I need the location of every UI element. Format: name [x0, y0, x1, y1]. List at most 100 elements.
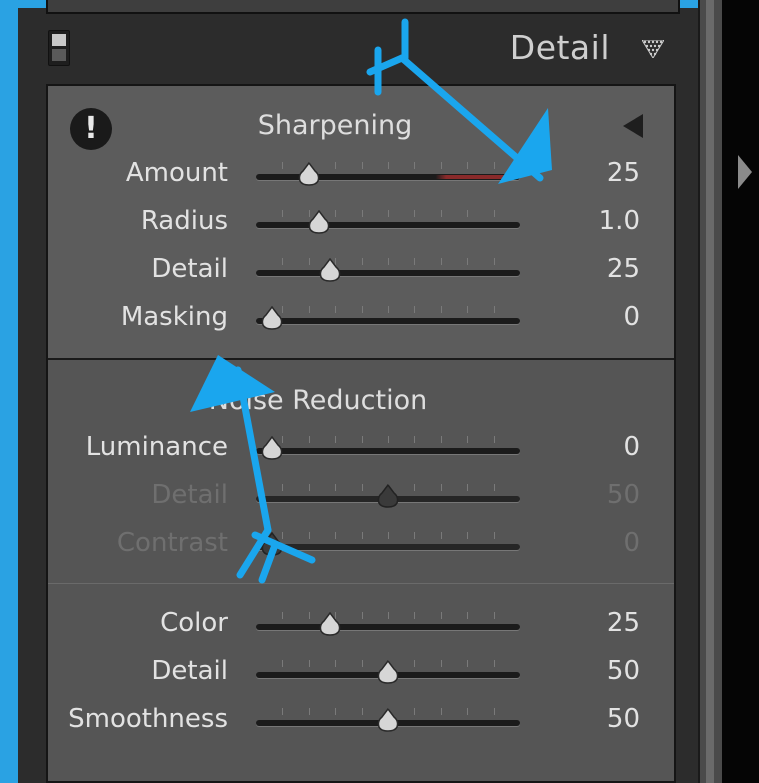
- slider-tick: [361, 306, 363, 313]
- sharpening-masking-value[interactable]: 0: [548, 302, 640, 332]
- slider-tick: [361, 660, 363, 667]
- slider-tick: [440, 162, 442, 169]
- color-noise-smoothness-slider[interactable]: [256, 707, 520, 732]
- slider-thumb[interactable]: [375, 659, 401, 684]
- sharpening-amount-slider[interactable]: [256, 161, 520, 186]
- slider-tick: [335, 210, 337, 217]
- noise-reduction-detail-label: Detail: [151, 480, 228, 510]
- noise-reduction-detail-slider: [256, 483, 520, 508]
- slider-tick: [361, 532, 363, 539]
- slider-tick: [308, 306, 310, 313]
- slider-tick: [440, 484, 442, 491]
- color-noise-color-slider[interactable]: [256, 611, 520, 636]
- sharpening-detail-slider[interactable]: [256, 257, 520, 282]
- slider-tick: [467, 532, 469, 539]
- slider-thumb[interactable]: [306, 209, 332, 234]
- slider-track[interactable]: [256, 448, 520, 454]
- slider-track[interactable]: [256, 624, 520, 630]
- color-noise-detail-row: Detail 50: [48, 652, 674, 692]
- slider-tick: [440, 436, 442, 443]
- slider-tick: [388, 612, 389, 619]
- slider-ticks: [256, 306, 520, 314]
- noise-reduction-title: Noise Reduction: [208, 385, 428, 416]
- exclamation-icon[interactable]: !: [70, 108, 112, 150]
- sharpening-masking-slider[interactable]: [256, 305, 520, 330]
- slider-tick: [414, 708, 416, 715]
- slider-tick: [493, 532, 495, 539]
- left-triangle-icon[interactable]: [623, 114, 643, 138]
- slider-tick: [282, 162, 284, 169]
- scrollbar-thumb[interactable]: [706, 0, 714, 783]
- slider-tick: [414, 612, 416, 619]
- slider-tick: [467, 210, 469, 217]
- slider-tick: [308, 532, 310, 539]
- panel-scrollbar[interactable]: [698, 0, 722, 783]
- slider-tick: [467, 306, 469, 313]
- sharpening-radius-slider[interactable]: [256, 209, 520, 234]
- slider-thumb[interactable]: [296, 161, 322, 186]
- slider-track[interactable]: [256, 270, 520, 276]
- slider-tick: [335, 484, 337, 491]
- divider: [48, 583, 674, 584]
- sharpening-amount-value[interactable]: 25: [548, 158, 640, 188]
- noise-reduction-contrast-label: Contrast: [116, 528, 228, 558]
- slider-tick: [361, 436, 363, 443]
- right-panel-area: [722, 0, 759, 783]
- sharpening-detail-value[interactable]: 25: [548, 254, 640, 284]
- noise-reduction-luminance-slider[interactable]: [256, 435, 520, 460]
- slider-tick: [414, 306, 416, 313]
- slider-thumb[interactable]: [259, 305, 285, 330]
- color-noise-detail-value[interactable]: 50: [548, 656, 640, 686]
- slider-tick: [335, 436, 337, 443]
- slider-tick: [282, 612, 284, 619]
- noise-reduction-luminance-value[interactable]: 0: [548, 432, 640, 462]
- slider-thumb[interactable]: [375, 707, 401, 732]
- slider-tick: [493, 660, 495, 667]
- slider-tick: [335, 162, 337, 169]
- sharpening-section: ! Sharpening Amount 25 Radius 1.0 Detail 25 Ma…: [48, 86, 674, 360]
- sharpening-radius-value[interactable]: 1.0: [548, 206, 640, 236]
- noise-reduction-luminance-row: Luminance 0: [48, 428, 674, 468]
- slider-thumb[interactable]: [317, 611, 343, 636]
- slider-tick: [335, 660, 337, 667]
- slider-tick: [388, 162, 389, 169]
- slider-tick: [308, 660, 310, 667]
- slider-tick: [467, 612, 469, 619]
- slider-tick: [388, 436, 389, 443]
- slider-thumb[interactable]: [259, 435, 285, 460]
- slider-thumb: [259, 531, 285, 556]
- slider-ticks: [256, 258, 520, 266]
- sharpening-radius-row: Radius 1.0: [48, 202, 674, 242]
- slider-tick: [440, 258, 442, 265]
- slider-tick: [388, 532, 389, 539]
- slider-track[interactable]: [256, 222, 520, 228]
- slider-tick: [493, 210, 495, 217]
- slider-thumb[interactable]: [317, 257, 343, 282]
- slider-track[interactable]: [256, 318, 520, 324]
- slider-tick: [361, 612, 363, 619]
- slider-tick: [388, 210, 389, 217]
- down-triangle-icon[interactable]: [642, 40, 664, 58]
- sharpening-amount-row: Amount 25: [48, 154, 674, 194]
- panel-title[interactable]: Detail: [470, 28, 610, 67]
- blue-border: [0, 0, 18, 783]
- color-noise-color-label: Color: [160, 608, 228, 638]
- slider-tick: [440, 708, 442, 715]
- slider-track[interactable]: [256, 544, 520, 550]
- color-noise-smoothness-value[interactable]: 50: [548, 704, 640, 734]
- slider-tick: [467, 660, 469, 667]
- noise-reduction-detail-value: 50: [606, 480, 640, 510]
- noise-reduction-luminance-label: Luminance: [85, 432, 228, 462]
- color-noise-color-value[interactable]: 25: [548, 608, 640, 638]
- slider-tick: [414, 660, 416, 667]
- slider-tick: [388, 306, 389, 313]
- slider-tick: [493, 162, 495, 169]
- slider-tick: [493, 484, 495, 491]
- panel-toggle-icon[interactable]: [48, 30, 70, 66]
- slider-tick: [308, 708, 310, 715]
- slider-tick: [361, 210, 363, 217]
- expand-right-panel-icon[interactable]: [738, 155, 752, 189]
- toggle-on-half: [52, 34, 66, 46]
- color-noise-detail-slider[interactable]: [256, 659, 520, 684]
- sharpening-detail-row: Detail 25: [48, 250, 674, 290]
